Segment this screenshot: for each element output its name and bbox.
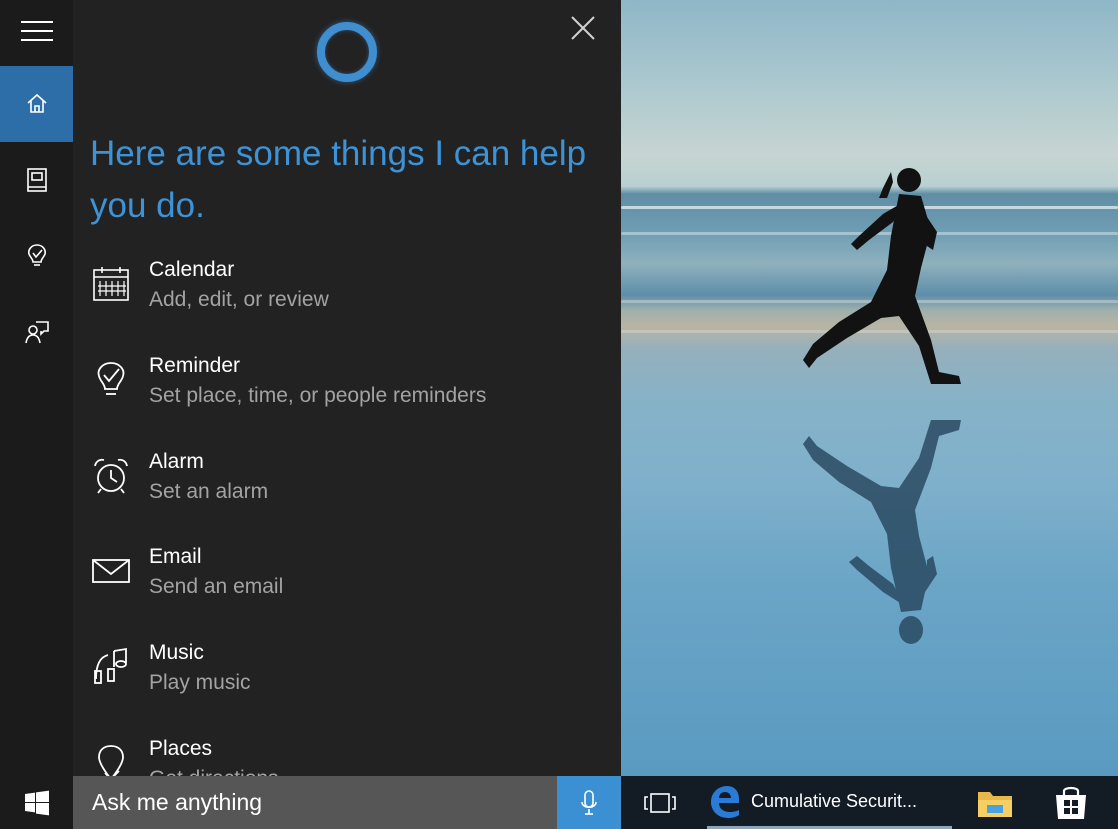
- suggestion-subtitle: Send an email: [149, 575, 284, 598]
- file-explorer-icon: [978, 791, 1012, 817]
- taskbar: Cumulative Securit...: [0, 776, 1118, 829]
- task-view-icon: [644, 792, 676, 813]
- start-button[interactable]: [0, 776, 73, 829]
- suggestion-alarm[interactable]: Alarm Set an alarm: [73, 448, 621, 528]
- alarm-clock-icon: [89, 456, 133, 496]
- runner-silhouette: [803, 168, 961, 644]
- search-box[interactable]: [73, 776, 557, 829]
- reminder-icon: [89, 360, 133, 400]
- suggestion-subtitle: Set place, time, or people reminders: [149, 384, 487, 407]
- desktop-wallpaper: [621, 0, 1118, 776]
- suggestion-title: Email: [149, 545, 202, 568]
- cortana-panel: Here are some things I can help you do. …: [73, 0, 621, 776]
- taskbar-edge-window[interactable]: Cumulative Securit...: [707, 776, 952, 829]
- close-icon: [571, 16, 595, 40]
- suggestion-subtitle: Add, edit, or review: [149, 288, 329, 311]
- microphone-button[interactable]: [557, 776, 621, 829]
- envelope-icon: [89, 551, 133, 591]
- windows-start-icon: [24, 790, 49, 815]
- suggestion-subtitle: Play music: [149, 671, 251, 694]
- cortana-heading: Here are some things I can help you do.: [90, 134, 587, 225]
- suggestion-calendar[interactable]: Calendar Add, edit, or review: [73, 256, 621, 336]
- music-icon: [89, 647, 133, 687]
- store-icon: [1056, 786, 1086, 819]
- suggestion-title: Music: [149, 641, 204, 664]
- home-icon: [26, 93, 47, 113]
- suggestion-subtitle: Get directions: [149, 765, 279, 776]
- edge-icon: [711, 786, 739, 818]
- suggestion-title: Alarm: [149, 450, 204, 473]
- lightbulb-icon: [27, 244, 46, 266]
- suggestion-title: Places: [149, 737, 213, 760]
- suggestion-subtitle: Set an alarm: [149, 480, 269, 503]
- store-button[interactable]: [1046, 776, 1096, 829]
- nav-reminders-button[interactable]: [0, 218, 73, 294]
- file-explorer-button[interactable]: [970, 776, 1020, 829]
- cortana-nav-rail: [0, 0, 73, 776]
- suggestion-places[interactable]: Places Get directions: [73, 735, 621, 776]
- hamburger-menu-button[interactable]: [0, 0, 73, 62]
- close-button[interactable]: [563, 10, 603, 46]
- suggestion-music[interactable]: Music Play music: [73, 639, 621, 719]
- suggestion-title: Reminder: [149, 354, 241, 377]
- suggestion-title: Calendar: [149, 258, 235, 281]
- hamburger-icon: [20, 21, 53, 41]
- cortana-logo-icon: [317, 22, 377, 82]
- map-pin-icon: [89, 743, 133, 776]
- task-view-button[interactable]: [630, 776, 690, 829]
- calendar-icon: [89, 264, 133, 304]
- feedback-icon: [24, 321, 49, 344]
- edge-window-title: Cumulative Securit...: [751, 790, 918, 811]
- notebook-icon: [26, 168, 47, 192]
- nav-feedback-button[interactable]: [0, 294, 73, 370]
- suggestion-reminder[interactable]: Reminder Set place, time, or people remi…: [73, 352, 621, 432]
- nav-notebook-button[interactable]: [0, 142, 73, 218]
- nav-home-button[interactable]: [0, 66, 73, 142]
- microphone-icon: [581, 789, 597, 815]
- search-input[interactable]: [73, 776, 557, 829]
- suggestion-email[interactable]: Email Send an email: [73, 543, 621, 623]
